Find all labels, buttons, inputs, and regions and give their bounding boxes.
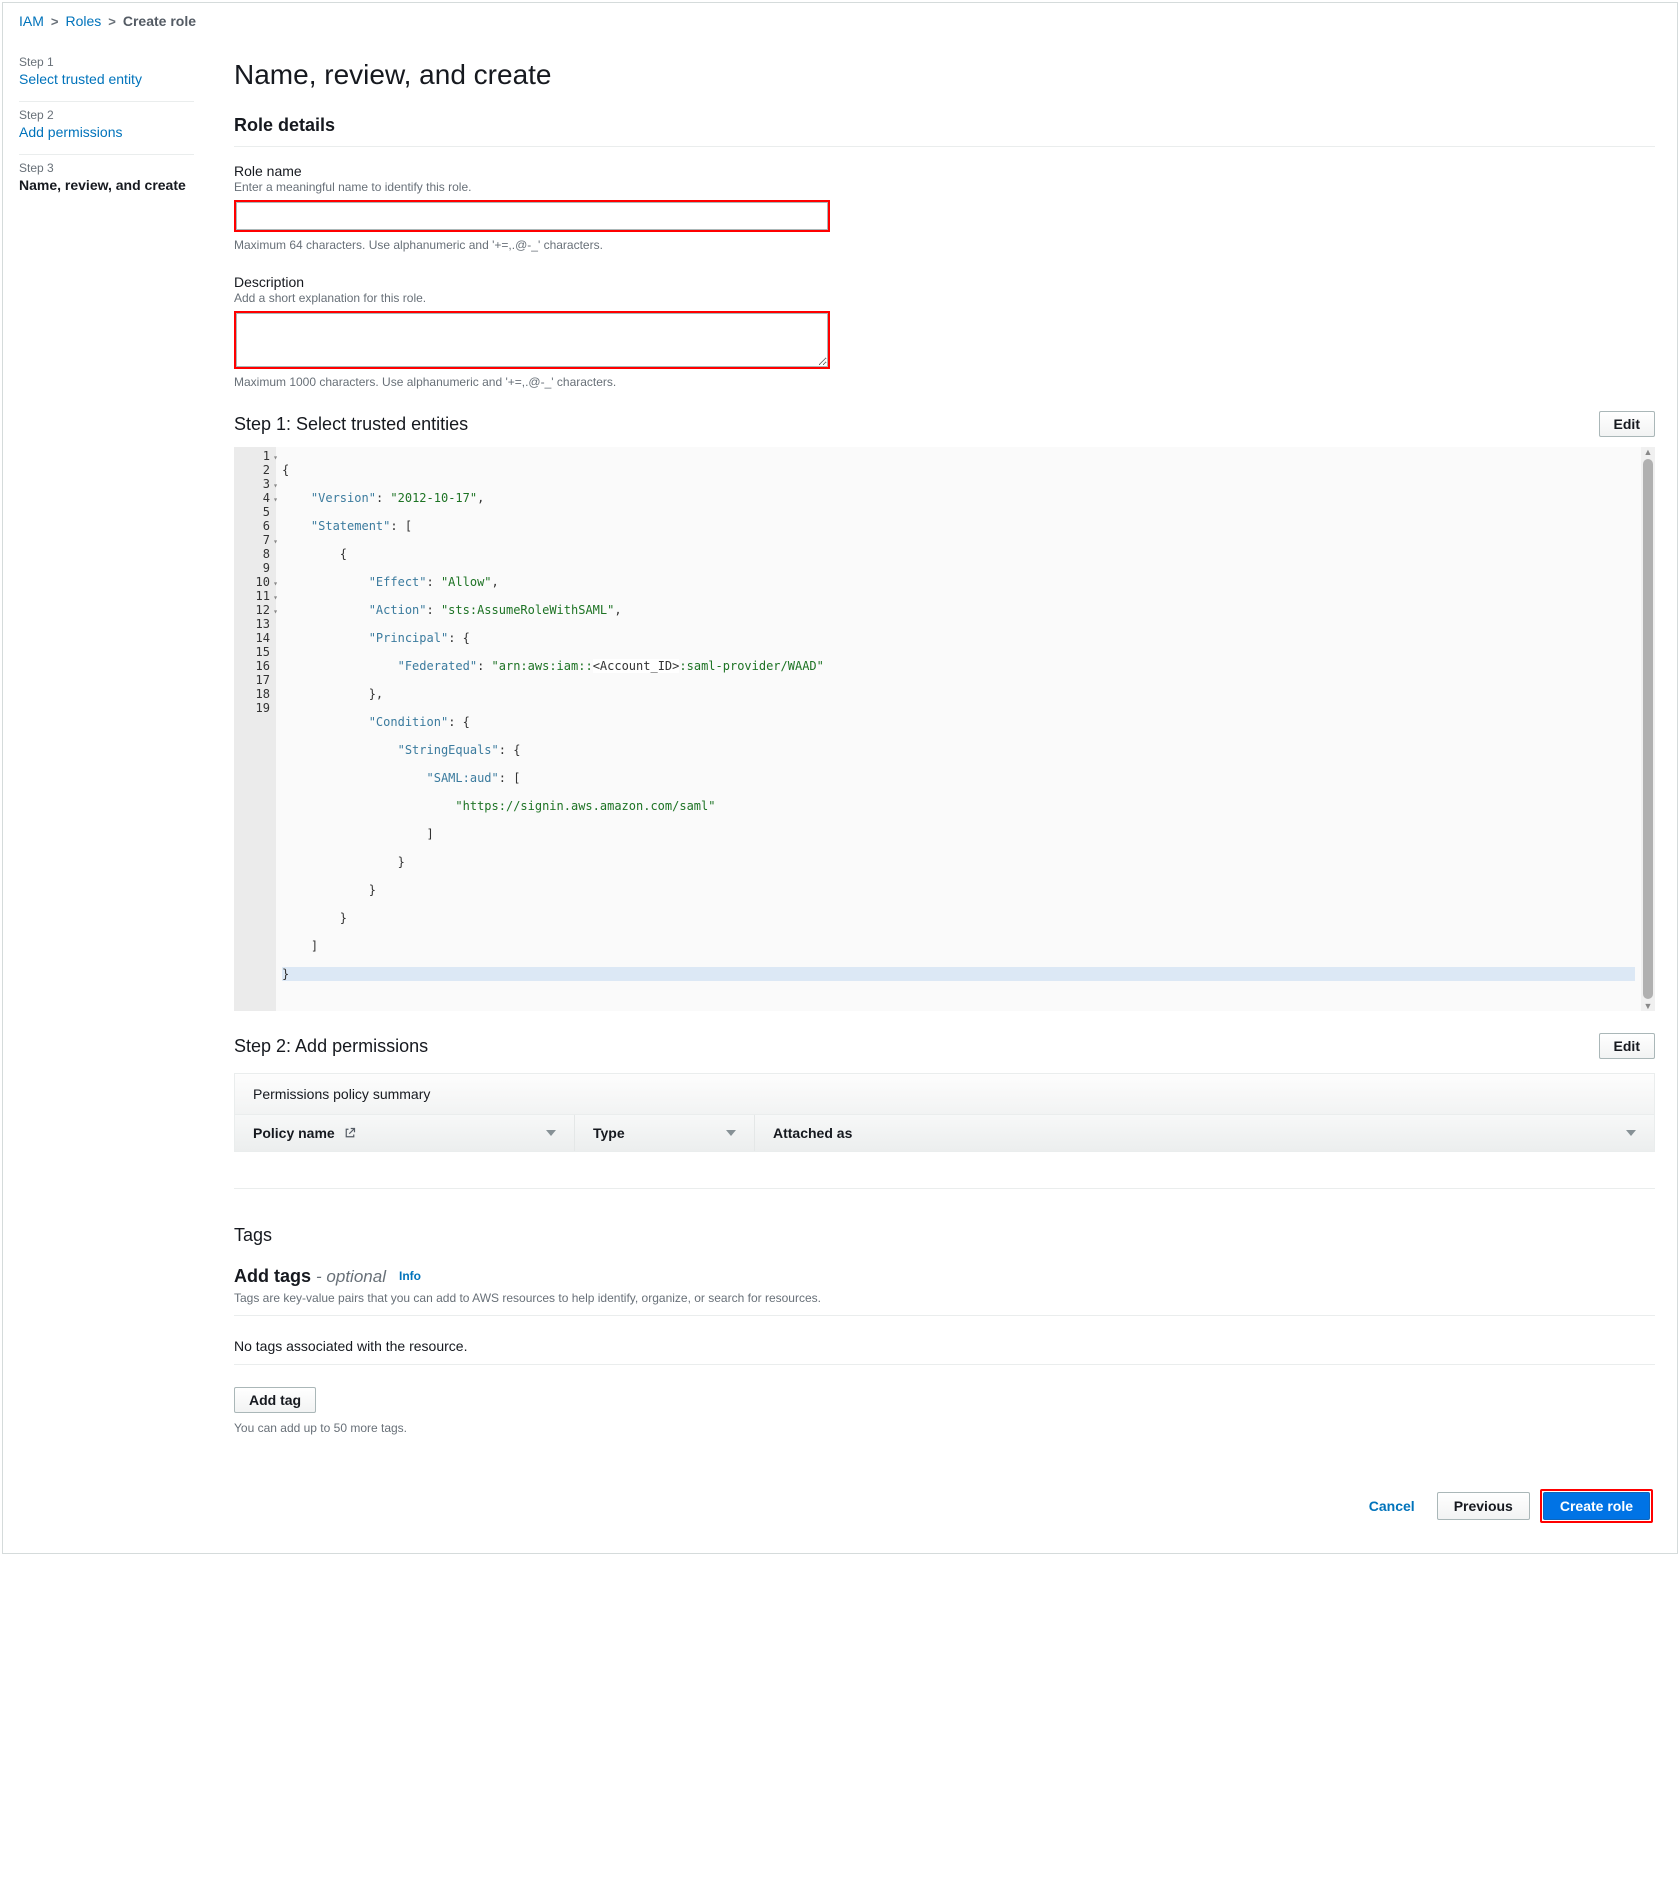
- description-textarea[interactable]: [236, 313, 828, 367]
- description-label: Description: [234, 274, 1655, 290]
- divider: [234, 1364, 1655, 1365]
- divider: [234, 146, 1655, 147]
- edit-step1-button[interactable]: Edit: [1599, 411, 1655, 437]
- permissions-table-header: Policy name Type Attached as: [235, 1115, 1654, 1151]
- previous-button[interactable]: Previous: [1437, 1492, 1530, 1520]
- create-role-button[interactable]: Create role: [1543, 1492, 1650, 1520]
- scroll-down-icon[interactable]: ▼: [1641, 1001, 1655, 1011]
- description-hint: Add a short explanation for this role.: [234, 291, 1655, 305]
- permissions-summary-panel: Permissions policy summary Policy name T…: [234, 1073, 1655, 1152]
- add-tags-label: Add tags: [234, 1266, 311, 1286]
- role-name-constraint: Maximum 64 characters. Use alphanumeric …: [234, 238, 1655, 252]
- step2-heading: Step 2: Add permissions: [234, 1036, 428, 1057]
- step-number: Step 2: [19, 108, 194, 122]
- tags-hint: Tags are key-value pairs that you can ad…: [234, 1291, 1655, 1305]
- chevron-right-icon: >: [51, 14, 59, 29]
- column-attached-label: Attached as: [773, 1125, 852, 1141]
- edit-step2-button[interactable]: Edit: [1599, 1033, 1655, 1059]
- sort-icon[interactable]: [726, 1130, 736, 1136]
- no-tags-message: No tags associated with the resource.: [234, 1338, 1655, 1358]
- editor-code[interactable]: { "Version": "2012-10-17", "Statement": …: [276, 447, 1641, 1011]
- column-type-label: Type: [593, 1125, 625, 1141]
- column-policy-name[interactable]: Policy name: [235, 1115, 575, 1151]
- role-name-label: Role name: [234, 163, 1655, 179]
- step-number: Step 3: [19, 161, 194, 175]
- divider: [234, 1315, 1655, 1316]
- scroll-up-icon[interactable]: ▲: [1641, 447, 1655, 457]
- sort-icon[interactable]: [546, 1130, 556, 1136]
- step1-heading: Step 1: Select trusted entities: [234, 414, 468, 435]
- column-attached-as[interactable]: Attached as: [755, 1115, 1654, 1151]
- breadcrumb: IAM > Roles > Create role: [3, 3, 1677, 35]
- scroll-thumb[interactable]: [1643, 459, 1653, 999]
- role-name-hint: Enter a meaningful name to identify this…: [234, 180, 1655, 194]
- optional-label: - optional: [316, 1267, 386, 1286]
- column-type[interactable]: Type: [575, 1115, 755, 1151]
- divider: [234, 1188, 1655, 1189]
- role-name-input[interactable]: [236, 202, 828, 230]
- tags-limit: You can add up to 50 more tags.: [234, 1421, 1655, 1435]
- editor-gutter: 1234 56789 10111213 141516171819: [234, 447, 276, 1011]
- sidebar-step-name-review-create: Name, review, and create: [19, 177, 186, 193]
- editor-scrollbar[interactable]: ▲ ▼: [1641, 447, 1655, 1011]
- role-details-heading: Role details: [234, 115, 1655, 136]
- sidebar-step-trusted-entity[interactable]: Select trusted entity: [19, 71, 142, 87]
- step-number: Step 1: [19, 55, 194, 69]
- sidebar-step-add-permissions[interactable]: Add permissions: [19, 124, 123, 140]
- footer-actions: Cancel Previous Create role: [234, 1489, 1655, 1523]
- breadcrumb-current: Create role: [123, 13, 196, 29]
- page-title: Name, review, and create: [234, 59, 1655, 91]
- tags-heading: Tags: [234, 1225, 1655, 1246]
- external-link-icon: [344, 1125, 356, 1141]
- breadcrumb-roles[interactable]: Roles: [65, 13, 101, 29]
- breadcrumb-iam[interactable]: IAM: [19, 13, 44, 29]
- column-policy-name-label: Policy name: [253, 1125, 335, 1141]
- tags-info-link[interactable]: Info: [399, 1269, 421, 1283]
- trust-policy-editor[interactable]: 1234 56789 10111213 141516171819 { "Vers…: [234, 447, 1655, 1011]
- description-constraint: Maximum 1000 characters. Use alphanumeri…: [234, 375, 1655, 389]
- permissions-summary-label: Permissions policy summary: [235, 1074, 1654, 1115]
- wizard-sidebar: Step 1 Select trusted entity Step 2 Add …: [3, 35, 212, 1553]
- cancel-button[interactable]: Cancel: [1357, 1493, 1427, 1519]
- sort-icon[interactable]: [1626, 1130, 1636, 1136]
- chevron-right-icon: >: [108, 14, 116, 29]
- add-tag-button[interactable]: Add tag: [234, 1387, 316, 1413]
